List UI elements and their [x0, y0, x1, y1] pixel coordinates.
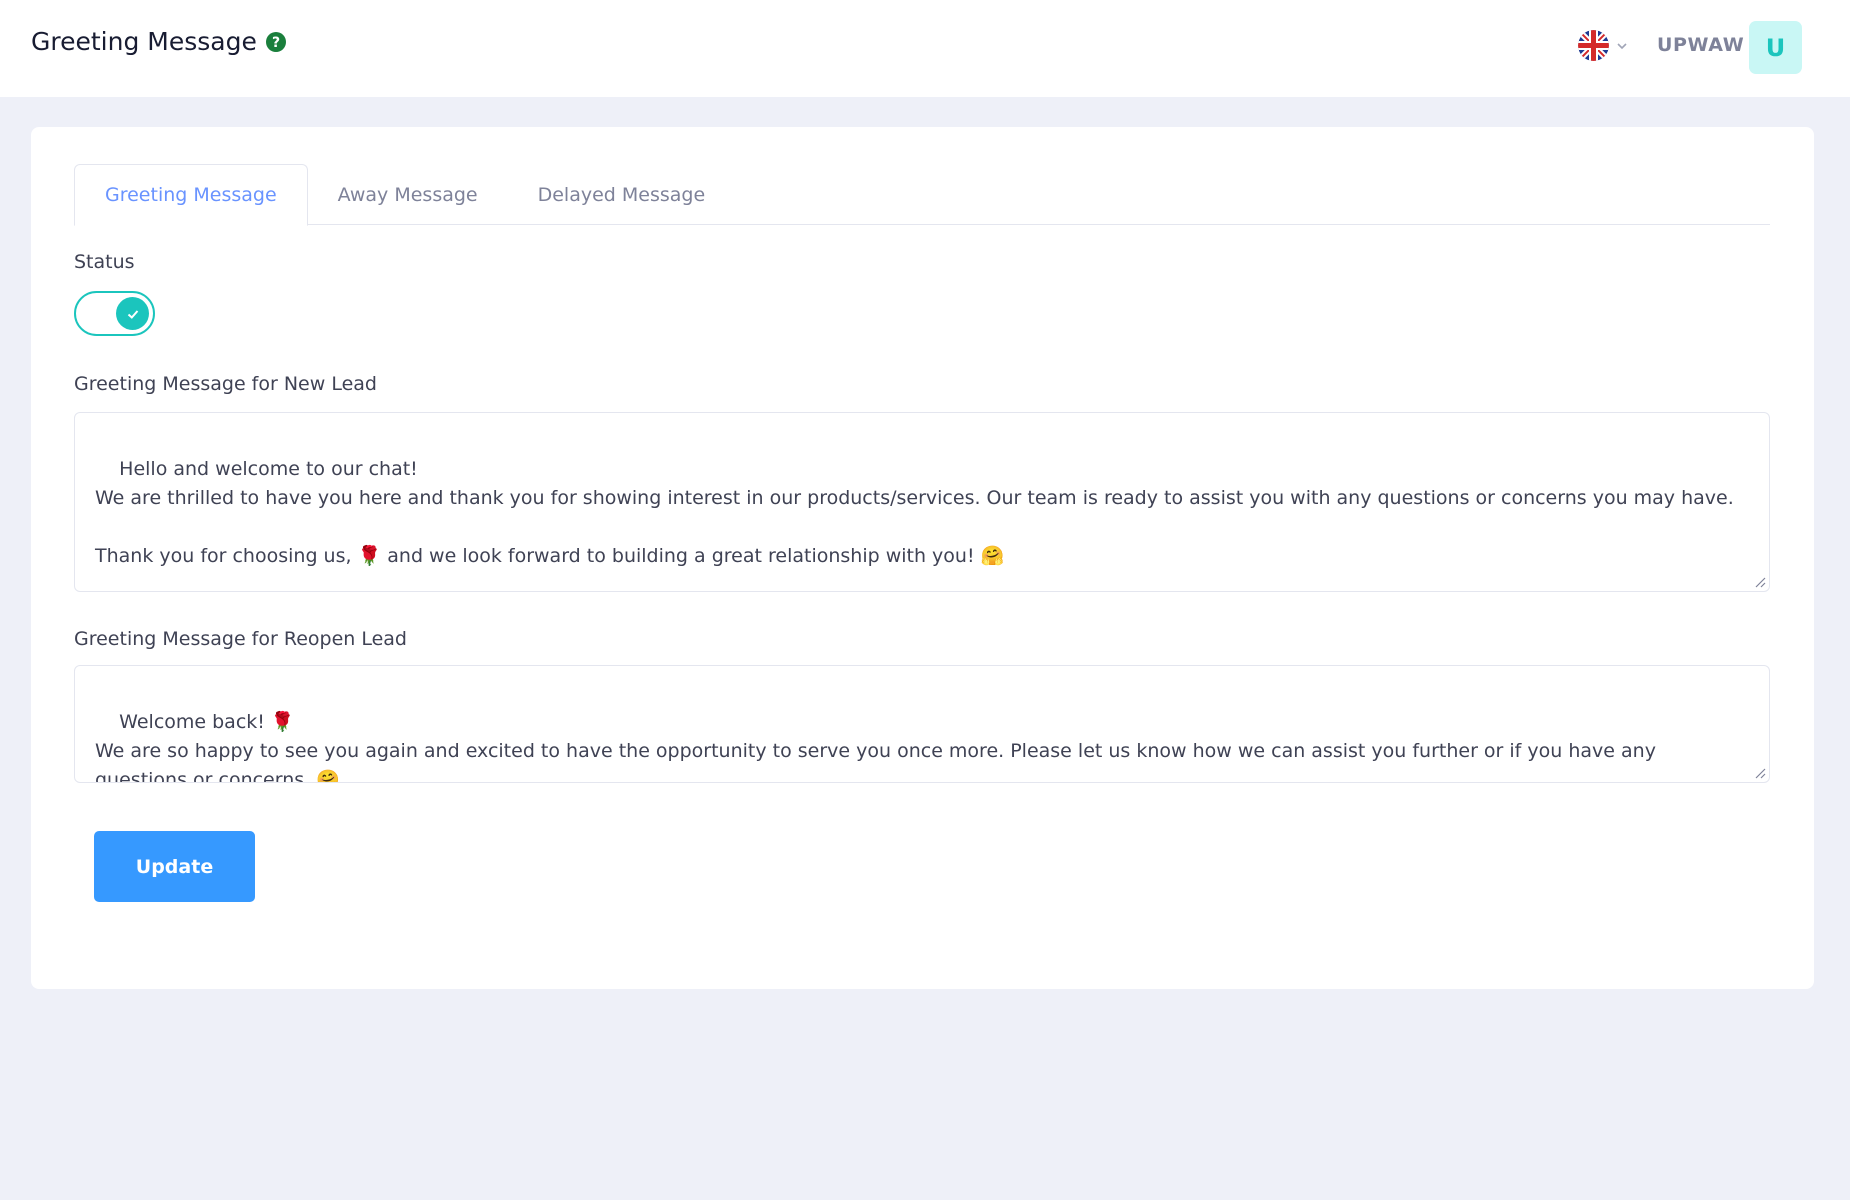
new-lead-label: Greeting Message for New Lead [74, 373, 377, 395]
toggle-knob [116, 297, 149, 330]
tab-greeting-message[interactable]: Greeting Message [74, 164, 308, 226]
resize-handle-icon[interactable] [1753, 766, 1766, 779]
new-lead-message-textarea[interactable]: Hello and welcome to our chat! We are th… [74, 412, 1770, 592]
chevron-down-icon [1617, 42, 1627, 49]
username[interactable]: UPWAW [1657, 34, 1744, 56]
status-toggle[interactable] [74, 291, 155, 336]
update-button[interactable]: Update [94, 831, 255, 902]
svg-text:?: ? [272, 35, 280, 51]
language-selector[interactable] [1578, 30, 1629, 61]
check-icon [127, 309, 138, 319]
tab-away-message[interactable]: Away Message [308, 164, 508, 225]
uk-flag-icon [1578, 30, 1609, 61]
reopen-lead-message-textarea[interactable]: Welcome back! 🌹 We are so happy to see y… [74, 665, 1770, 783]
question-circle-icon[interactable]: ? [265, 31, 287, 53]
resize-handle-icon[interactable] [1753, 575, 1766, 588]
new-lead-message-text: Hello and welcome to our chat! We are th… [95, 458, 1734, 567]
settings-card: Greeting Message Away Message Delayed Me… [31, 127, 1814, 989]
page-title-text: Greeting Message [31, 27, 257, 56]
top-header: Greeting Message ? UPWAW U [0, 0, 1850, 97]
message-tabs: Greeting Message Away Message Delayed Me… [74, 164, 1770, 226]
status-label: Status [74, 251, 135, 273]
avatar[interactable]: U [1749, 21, 1802, 74]
page-title: Greeting Message ? [31, 27, 287, 56]
reopen-lead-message-text: Welcome back! 🌹 We are so happy to see y… [95, 711, 1656, 783]
tab-delayed-message[interactable]: Delayed Message [508, 164, 736, 225]
reopen-lead-label: Greeting Message for Reopen Lead [74, 628, 407, 650]
